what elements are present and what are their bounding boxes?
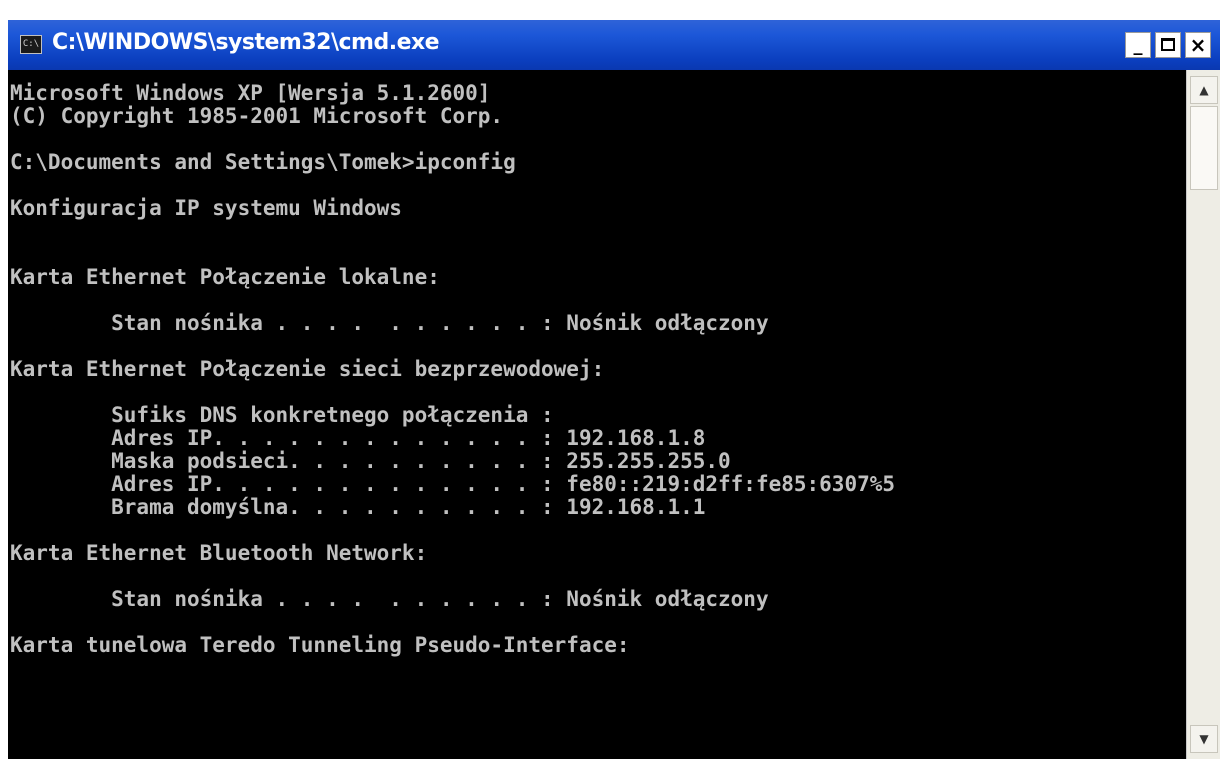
window-title: C:\WINDOWS\system32\cmd.exe — [52, 30, 440, 55]
console-line: C:\Documents and Settings\Tomek>ipconfig — [10, 150, 516, 174]
console-line: Karta tunelowa Teredo Tunneling Pseudo-I… — [10, 633, 630, 657]
console-output[interactable]: Microsoft Windows XP [Wersja 5.1.2600] (C… — [8, 70, 1186, 759]
console-text: Microsoft Windows XP [Wersja 5.1.2600] (C… — [8, 70, 1186, 657]
console-line: Karta Ethernet Połączenie sieci bezprzew… — [10, 357, 605, 381]
scroll-thumb[interactable] — [1190, 106, 1218, 190]
console-line: Sufiks DNS konkretnego połączenia : — [10, 403, 554, 427]
console-line: Karta Ethernet Bluetooth Network: — [10, 541, 428, 565]
console-line: (C) Copyright 1985-2001 Microsoft Corp. — [10, 104, 504, 128]
console-line: Stan nośnika . . . . . . . . . . : Nośni… — [10, 587, 769, 611]
minimize-button[interactable]: _ — [1125, 32, 1151, 58]
console-line: Brama domyślna. . . . . . . . . . : 192.… — [10, 495, 706, 519]
console-line: Adres IP. . . . . . . . . . . . . : fe80… — [10, 472, 896, 496]
console-line: Maska podsieci. . . . . . . . . . : 255.… — [10, 449, 731, 473]
cmd-icon[interactable]: C:\ — [20, 35, 42, 54]
maximize-icon — [1161, 38, 1175, 51]
cmd-window: C:\ C:\WINDOWS\system32\cmd.exe _ × Micr… — [8, 20, 1220, 759]
scroll-up-arrow-icon[interactable]: ▲ — [1190, 76, 1218, 104]
scroll-down-arrow-icon[interactable]: ▼ — [1190, 725, 1218, 753]
console-line: Adres IP. . . . . . . . . . . . . : 192.… — [10, 426, 706, 450]
close-button[interactable]: × — [1185, 32, 1211, 58]
console-line: Microsoft Windows XP [Wersja 5.1.2600] — [10, 81, 491, 105]
minimize-icon: _ — [1133, 35, 1143, 56]
close-icon: × — [1189, 33, 1207, 57]
maximize-button[interactable] — [1155, 32, 1181, 58]
title-bar[interactable]: C:\ C:\WINDOWS\system32\cmd.exe _ × — [8, 20, 1220, 70]
console-line: Karta Ethernet Połączenie lokalne: — [10, 265, 440, 289]
vertical-scrollbar[interactable]: ▲ ▼ — [1186, 70, 1220, 759]
console-line: Konfiguracja IP systemu Windows — [10, 196, 402, 220]
console-line: Stan nośnika . . . . . . . . . . : Nośni… — [10, 311, 769, 335]
